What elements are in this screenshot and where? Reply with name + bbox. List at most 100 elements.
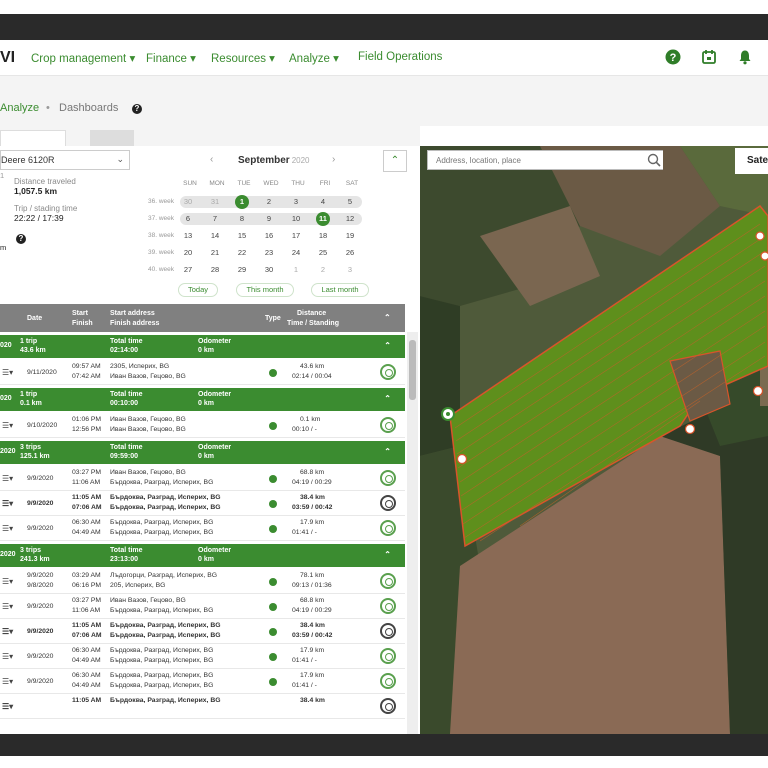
table-row[interactable]: ☰▾ 11:05 AM Бърдоква, Разград, Исперих, BG… [0, 694, 405, 719]
calendar-day[interactable]: 8 [234, 213, 250, 225]
satellite-map[interactable] [420, 146, 768, 734]
header-type[interactable]: Type [265, 315, 281, 322]
locate-on-map-icon[interactable] [380, 598, 396, 614]
header-finish[interactable]: Finish [72, 320, 93, 327]
calendar-day[interactable]: 2 [261, 196, 277, 208]
calendar-day[interactable]: 23 [261, 247, 277, 259]
chevron-up-icon[interactable]: ⌃ [384, 394, 391, 403]
table-row[interactable]: ☰▾ 9/9/2020 11:05 AM 07:06 AM Бърдоква, Разг… [0, 491, 405, 516]
calendar-day[interactable]: 6 [180, 213, 196, 225]
calendar-day[interactable]: 5 [342, 196, 358, 208]
locate-on-map-icon[interactable] [380, 673, 396, 689]
tab-active[interactable] [0, 130, 66, 146]
collapse-button[interactable]: ⌃ [383, 150, 407, 172]
map-layer-button[interactable]: Sate [735, 148, 768, 174]
table-row[interactable]: ☰▾ 9/9/2020 03:27 PM 11:06 AM Иван Вазов, Ге… [0, 594, 405, 619]
row-menu-icon[interactable]: ☰▾ [2, 602, 13, 611]
calendar-next-button[interactable]: › [332, 154, 335, 165]
row-menu-icon[interactable]: ☰▾ [2, 368, 13, 377]
help-icon[interactable]: ? [665, 49, 681, 65]
locate-on-map-icon[interactable] [380, 623, 396, 639]
row-menu-icon[interactable]: ☰▾ [2, 652, 13, 661]
row-menu-icon[interactable]: ☰▾ [2, 499, 13, 508]
trip-group-row[interactable]: 020 1 trip 43.6 km Total time 02:14:00 Odomet… [0, 335, 405, 358]
nav-resources[interactable]: Resources ▾ [211, 51, 275, 65]
chevron-up-icon[interactable]: ⌃ [384, 313, 391, 322]
locate-on-map-icon[interactable] [380, 520, 396, 536]
breadcrumb-analyze[interactable]: Analyze [0, 102, 39, 114]
calendar-day[interactable]: 13 [180, 230, 196, 242]
calendar-day[interactable]: 17 [288, 230, 304, 242]
header-start-address[interactable]: Start address [110, 310, 155, 317]
nav-finance[interactable]: Finance ▾ [146, 51, 196, 65]
table-row[interactable]: ☰▾ 9/9/2020 03:27 PM 11:06 AM Иван Вазов, Ге… [0, 466, 405, 491]
this-month-button[interactable]: This month [236, 283, 294, 297]
nav-analyze[interactable]: Analyze ▾ [289, 51, 339, 65]
calendar-day[interactable]: 7 [207, 213, 223, 225]
calendar-prev-button[interactable]: ‹ [210, 154, 213, 165]
row-menu-icon[interactable]: ☰▾ [2, 524, 13, 533]
calendar-icon[interactable] [701, 49, 717, 65]
row-menu-icon[interactable]: ☰▾ [2, 702, 13, 711]
calendar-day[interactable]: 3 [288, 196, 304, 208]
calendar-day[interactable]: 30 [180, 196, 196, 208]
today-button[interactable]: Today [178, 283, 218, 297]
row-menu-icon[interactable]: ☰▾ [2, 577, 13, 586]
calendar-day[interactable]: 3 [342, 264, 358, 276]
calendar-day[interactable]: 21 [207, 247, 223, 259]
table-row[interactable]: ☰▾ 9/9/2020 06:30 AM 04:49 AM Бърдоква, Разг… [0, 669, 405, 694]
trip-group-row[interactable]: 020 1 trip 0.1 km Total time 00:10:00 Odomete… [0, 388, 405, 411]
calendar-day[interactable]: 27 [180, 264, 196, 276]
map-search-input[interactable]: Address, location, place [427, 150, 663, 170]
vehicle-select[interactable]: Deere 6120R ⌄ [0, 150, 130, 170]
map-canvas[interactable] [420, 146, 768, 734]
calendar-day[interactable]: 12 [342, 213, 358, 225]
row-menu-icon[interactable]: ☰▾ [2, 474, 13, 483]
table-row[interactable]: ☰▾ 9/9/2020 03:29 AM 06:16 PM Лъдогорци, Раз… [0, 569, 405, 594]
calendar-day[interactable]: 2 [315, 264, 331, 276]
calendar-day[interactable]: 29 [234, 264, 250, 276]
row-menu-icon[interactable]: ☰▾ [2, 421, 13, 430]
table-row[interactable]: ☰▾ 9/9/2020 11:05 AM 07:06 AM Бърдоква, Разг… [0, 619, 405, 644]
chevron-up-icon[interactable]: ⌃ [384, 550, 391, 559]
calendar-day[interactable]: 1 [288, 264, 304, 276]
tab-inactive[interactable] [90, 130, 134, 146]
chevron-up-icon[interactable]: ⌃ [384, 447, 391, 456]
row-menu-icon[interactable]: ☰▾ [2, 627, 13, 636]
locate-on-map-icon[interactable] [380, 417, 396, 433]
calendar-day-selected[interactable]: 11 [316, 212, 330, 226]
calendar-day[interactable]: 14 [207, 230, 223, 242]
table-row[interactable]: ☰▾ 9/9/2020 06:30 AM 04:49 AM Бърдоква, Разг… [0, 516, 405, 541]
locate-on-map-icon[interactable] [380, 364, 396, 380]
help-icon[interactable]: ? [132, 104, 142, 114]
calendar-day[interactable]: 20 [180, 247, 196, 259]
locate-on-map-icon[interactable] [380, 495, 396, 511]
calendar-day[interactable]: 22 [234, 247, 250, 259]
table-row[interactable]: ☰▾ 9/9/2020 06:30 AM 04:49 AM Бърдоква, Разг… [0, 644, 405, 669]
trip-group-row[interactable]: 2020 3 trips 241.3 km Total time 23:13:00 Odo… [0, 544, 405, 567]
calendar-day[interactable]: 31 [207, 196, 223, 208]
help-icon[interactable]: ? [16, 234, 26, 244]
table-row[interactable]: ☰▾ 9/11/2020 09:57 AM 07:42 AM 2305, Исперих… [0, 360, 405, 385]
search-icon[interactable] [645, 151, 663, 169]
calendar-day[interactable]: 15 [234, 230, 250, 242]
app-logo[interactable]: VI [0, 49, 15, 67]
calendar-day[interactable]: 10 [288, 213, 304, 225]
chevron-up-icon[interactable]: ⌃ [384, 341, 391, 350]
calendar-day-selected[interactable]: 1 [235, 195, 249, 209]
header-time-standing[interactable]: Time / Standing [287, 320, 339, 327]
calendar-day[interactable]: 9 [261, 213, 277, 225]
nav-crop-management[interactable]: Crop management ▾ [31, 51, 135, 65]
locate-on-map-icon[interactable] [380, 573, 396, 589]
locate-on-map-icon[interactable] [380, 648, 396, 664]
header-start[interactable]: Start [72, 310, 88, 317]
calendar-day[interactable]: 4 [315, 196, 331, 208]
bell-icon[interactable] [737, 49, 753, 65]
locate-on-map-icon[interactable] [380, 698, 396, 714]
header-finish-address[interactable]: Finish address [110, 320, 159, 327]
row-menu-icon[interactable]: ☰▾ [2, 677, 13, 686]
calendar-day[interactable]: 18 [315, 230, 331, 242]
header-date[interactable]: Date [27, 315, 42, 322]
header-distance[interactable]: Distance [297, 310, 326, 317]
trip-group-row[interactable]: 2020 3 trips 125.1 km Total time 09:59:00 Odo… [0, 441, 405, 464]
